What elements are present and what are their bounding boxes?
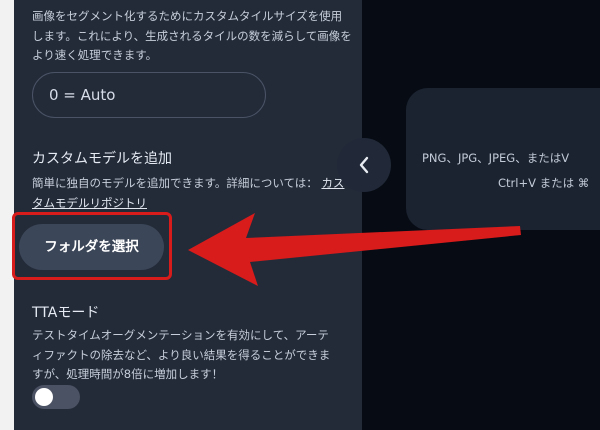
tta-toggle[interactable] bbox=[32, 385, 80, 409]
tta-description: テストタイムオーグメンテーションを有効にして、アーティファクトの除去など、より良… bbox=[32, 328, 331, 381]
collapse-sidebar-button[interactable] bbox=[337, 138, 391, 192]
drop-area-paste-text: Ctrl+V または ⌘ bbox=[498, 176, 590, 190]
image-drop-area[interactable]: PNG、JPG、JPEG、またはV Ctrl+V または ⌘ bbox=[406, 88, 600, 230]
tile-size-input[interactable]: 0 = Auto bbox=[32, 72, 266, 118]
tta-heading: TTAモード bbox=[32, 305, 100, 321]
custom-model-description: 簡単に独自のモデルを追加できます。詳細については： カスタムモデルリポジトリ bbox=[32, 174, 352, 213]
custom-model-description-text: 簡単に独自のモデルを追加できます。詳細については： bbox=[32, 176, 318, 190]
tta-toggle-knob bbox=[35, 388, 53, 406]
chevron-left-icon bbox=[359, 156, 369, 174]
tile-size-description: 画像をセグメント化するためにカスタムタイルサイズを使用します。これにより、生成さ… bbox=[32, 9, 352, 62]
drop-area-formats-text: PNG、JPG、JPEG、またはV bbox=[422, 151, 570, 165]
custom-model-heading: カスタムモデルを追加 bbox=[32, 151, 172, 167]
select-folder-button[interactable]: フォルダを選択 bbox=[19, 224, 164, 270]
